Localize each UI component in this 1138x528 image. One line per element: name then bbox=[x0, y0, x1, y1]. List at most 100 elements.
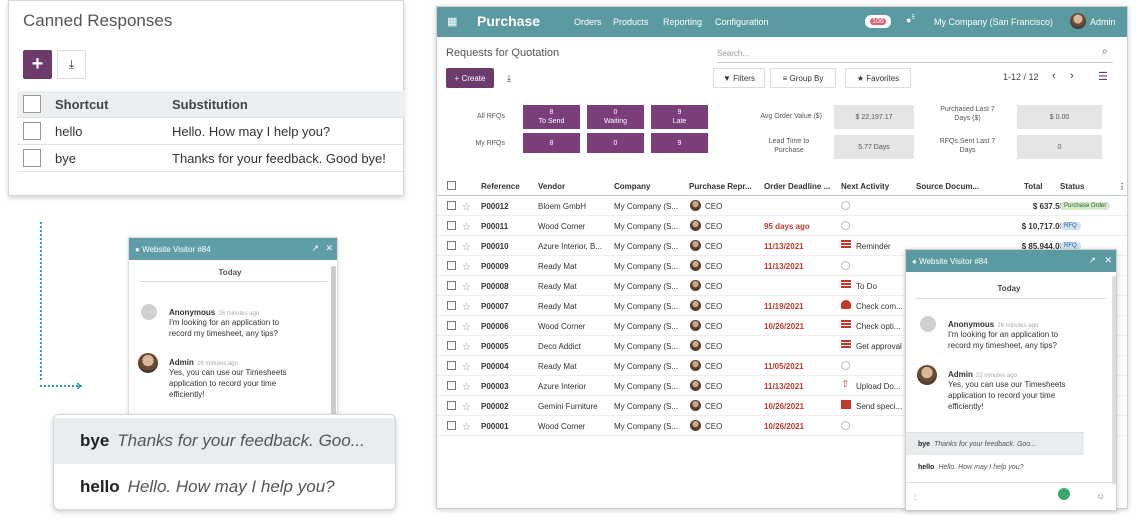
suggestion-item[interactable]: hello Hello. How may I help you? bbox=[906, 456, 1084, 478]
star-icon[interactable]: ☆ bbox=[462, 282, 471, 293]
activity-clock-icon[interactable] bbox=[841, 261, 850, 270]
expand-icon[interactable]: ↗ bbox=[1088, 255, 1096, 266]
star-icon[interactable]: ☆ bbox=[462, 422, 471, 433]
download-button[interactable]: ⤓ bbox=[499, 68, 519, 88]
emoji-icon[interactable]: ☺ bbox=[1096, 491, 1105, 501]
users-icon[interactable] bbox=[841, 300, 851, 309]
star-icon[interactable]: ☆ bbox=[462, 302, 471, 313]
scrollbar[interactable] bbox=[1112, 276, 1116, 484]
row-checkbox[interactable] bbox=[447, 341, 456, 350]
activity-cell[interactable]: Get approval bbox=[856, 342, 902, 351]
chat-header[interactable]: ● Website Visitor #84 ↗ ✕ bbox=[906, 250, 1116, 272]
table-row[interactable]: hello Hello. How may I help you? bbox=[17, 118, 405, 145]
row-checkbox[interactable] bbox=[447, 381, 456, 390]
row-checkbox[interactable] bbox=[447, 281, 456, 290]
activity-clock-icon[interactable] bbox=[841, 221, 850, 230]
todo-icon[interactable] bbox=[841, 340, 851, 349]
company-switcher[interactable]: My Company (San Francisco) bbox=[934, 17, 1053, 27]
row-checkbox[interactable] bbox=[447, 401, 456, 410]
activity-cell[interactable]: Check com... bbox=[856, 302, 903, 311]
favorites-button[interactable]: ★ Favorites bbox=[845, 68, 911, 88]
suggestion-item[interactable]: bye Thanks for your feedback. Goo... bbox=[906, 433, 1084, 455]
upload-icon[interactable]: ⇧ bbox=[841, 379, 849, 390]
messages-button[interactable]: ●5 bbox=[906, 15, 915, 25]
create-button[interactable]: + bbox=[23, 50, 52, 79]
column-header[interactable]: Status bbox=[1060, 182, 1084, 191]
column-header[interactable]: Company bbox=[614, 182, 650, 191]
todo-icon[interactable] bbox=[841, 280, 851, 289]
late-mine[interactable]: 9 bbox=[651, 133, 708, 153]
chevron-right-icon[interactable]: › bbox=[1070, 70, 1074, 82]
user-avatar[interactable] bbox=[1070, 13, 1086, 29]
todo-icon[interactable] bbox=[841, 240, 851, 249]
star-icon[interactable]: ☆ bbox=[462, 242, 471, 253]
activity-clock-icon[interactable] bbox=[841, 201, 850, 210]
send-icon[interactable] bbox=[1058, 488, 1070, 500]
expand-icon[interactable]: ↗ bbox=[311, 243, 319, 254]
column-header[interactable]: Reference bbox=[481, 182, 520, 191]
row-checkbox[interactable] bbox=[447, 201, 456, 210]
select-all-checkbox[interactable] bbox=[23, 95, 41, 113]
close-icon[interactable]: ✕ bbox=[1104, 255, 1112, 266]
apps-grid-icon[interactable]: ▦ bbox=[447, 15, 457, 28]
waiting-mine[interactable]: 0 bbox=[587, 133, 644, 153]
todo-icon[interactable] bbox=[841, 320, 851, 329]
suggestion-item[interactable]: bye Thanks for your feedback. Goo... bbox=[54, 418, 395, 464]
row-checkbox[interactable] bbox=[447, 361, 456, 370]
row-checkbox[interactable] bbox=[447, 241, 456, 250]
column-header[interactable]: Vendor bbox=[538, 182, 565, 191]
groupby-button[interactable]: ≡ Group By bbox=[770, 68, 836, 88]
chevron-left-icon[interactable]: ‹ bbox=[1052, 70, 1056, 82]
row-checkbox[interactable] bbox=[447, 301, 456, 310]
row-checkbox[interactable] bbox=[447, 321, 456, 330]
table-row[interactable]: ☆ P00011 Wood Corner My Company (S... CEO 95 … bbox=[437, 216, 1127, 236]
suggestion-item[interactable]: hello Hello. How may I help you? bbox=[54, 464, 395, 509]
row-checkbox[interactable] bbox=[447, 261, 456, 270]
close-icon[interactable]: ✕ bbox=[325, 243, 333, 254]
star-icon[interactable]: ☆ bbox=[462, 402, 471, 413]
row-checkbox[interactable] bbox=[447, 421, 456, 430]
star-icon[interactable]: ☆ bbox=[462, 362, 471, 373]
activity-cell[interactable]: Check opti... bbox=[856, 322, 900, 331]
chat-input[interactable]: : ☺ bbox=[906, 482, 1116, 510]
waiting-all[interactable]: 0 Waiting bbox=[587, 105, 644, 129]
star-icon[interactable]: ☆ bbox=[462, 222, 471, 233]
activity-cell[interactable]: Reminder bbox=[856, 242, 891, 251]
column-header[interactable]: Source Docum... bbox=[916, 182, 979, 191]
star-icon[interactable]: ☆ bbox=[462, 342, 471, 353]
activity-clock-icon[interactable] bbox=[841, 421, 850, 430]
activity-button[interactable]: 106 bbox=[865, 15, 891, 28]
create-button[interactable]: + Create bbox=[446, 68, 494, 88]
activity-cell[interactable]: Upload Do... bbox=[856, 382, 900, 391]
column-header[interactable]: Total bbox=[1024, 182, 1043, 191]
download-button[interactable]: ⤓ bbox=[57, 50, 86, 79]
activity-cell[interactable]: Send speci... bbox=[856, 402, 902, 411]
column-header-shortcut[interactable]: Shortcut bbox=[55, 97, 108, 112]
to-send-mine[interactable]: 8 bbox=[523, 133, 580, 153]
list-view-icon[interactable]: ☰ bbox=[1098, 70, 1108, 83]
menu-reporting[interactable]: Reporting bbox=[663, 17, 702, 27]
late-all[interactable]: 9 Late bbox=[651, 105, 708, 129]
table-row[interactable]: bye Thanks for your feedback. Good bye! bbox=[17, 145, 405, 172]
pager[interactable]: 1-12 / 12 bbox=[1003, 72, 1039, 82]
star-icon[interactable]: ☆ bbox=[462, 262, 471, 273]
optional-columns-icon[interactable]: ⋮ bbox=[1118, 182, 1126, 191]
star-icon[interactable]: ☆ bbox=[462, 202, 471, 213]
app-title[interactable]: Purchase bbox=[477, 13, 540, 29]
search-input[interactable]: Search... bbox=[717, 45, 1113, 63]
column-header[interactable]: Next Activity bbox=[841, 182, 889, 191]
activity-clock-icon[interactable] bbox=[841, 361, 850, 370]
filters-button[interactable]: ▼ Filters bbox=[713, 68, 765, 88]
select-all-checkbox[interactable] bbox=[447, 181, 456, 190]
row-checkbox[interactable] bbox=[23, 122, 41, 140]
user-menu[interactable]: Admin bbox=[1090, 17, 1116, 27]
mail-icon[interactable] bbox=[841, 400, 851, 409]
search-icon[interactable]: ⌕ bbox=[1102, 46, 1108, 57]
column-header-substitution[interactable]: Substitution bbox=[172, 97, 248, 112]
column-header[interactable]: Purchase Repr... bbox=[689, 182, 759, 191]
table-row[interactable]: ☆ P00012 Bloem GmbH My Company (S... CEO $ 63… bbox=[437, 196, 1127, 216]
menu-orders[interactable]: Orders bbox=[574, 17, 602, 27]
column-header[interactable]: Order Deadline ... bbox=[764, 182, 836, 191]
activity-cell[interactable]: To Do bbox=[856, 282, 877, 291]
menu-configuration[interactable]: Configuration bbox=[715, 17, 769, 27]
